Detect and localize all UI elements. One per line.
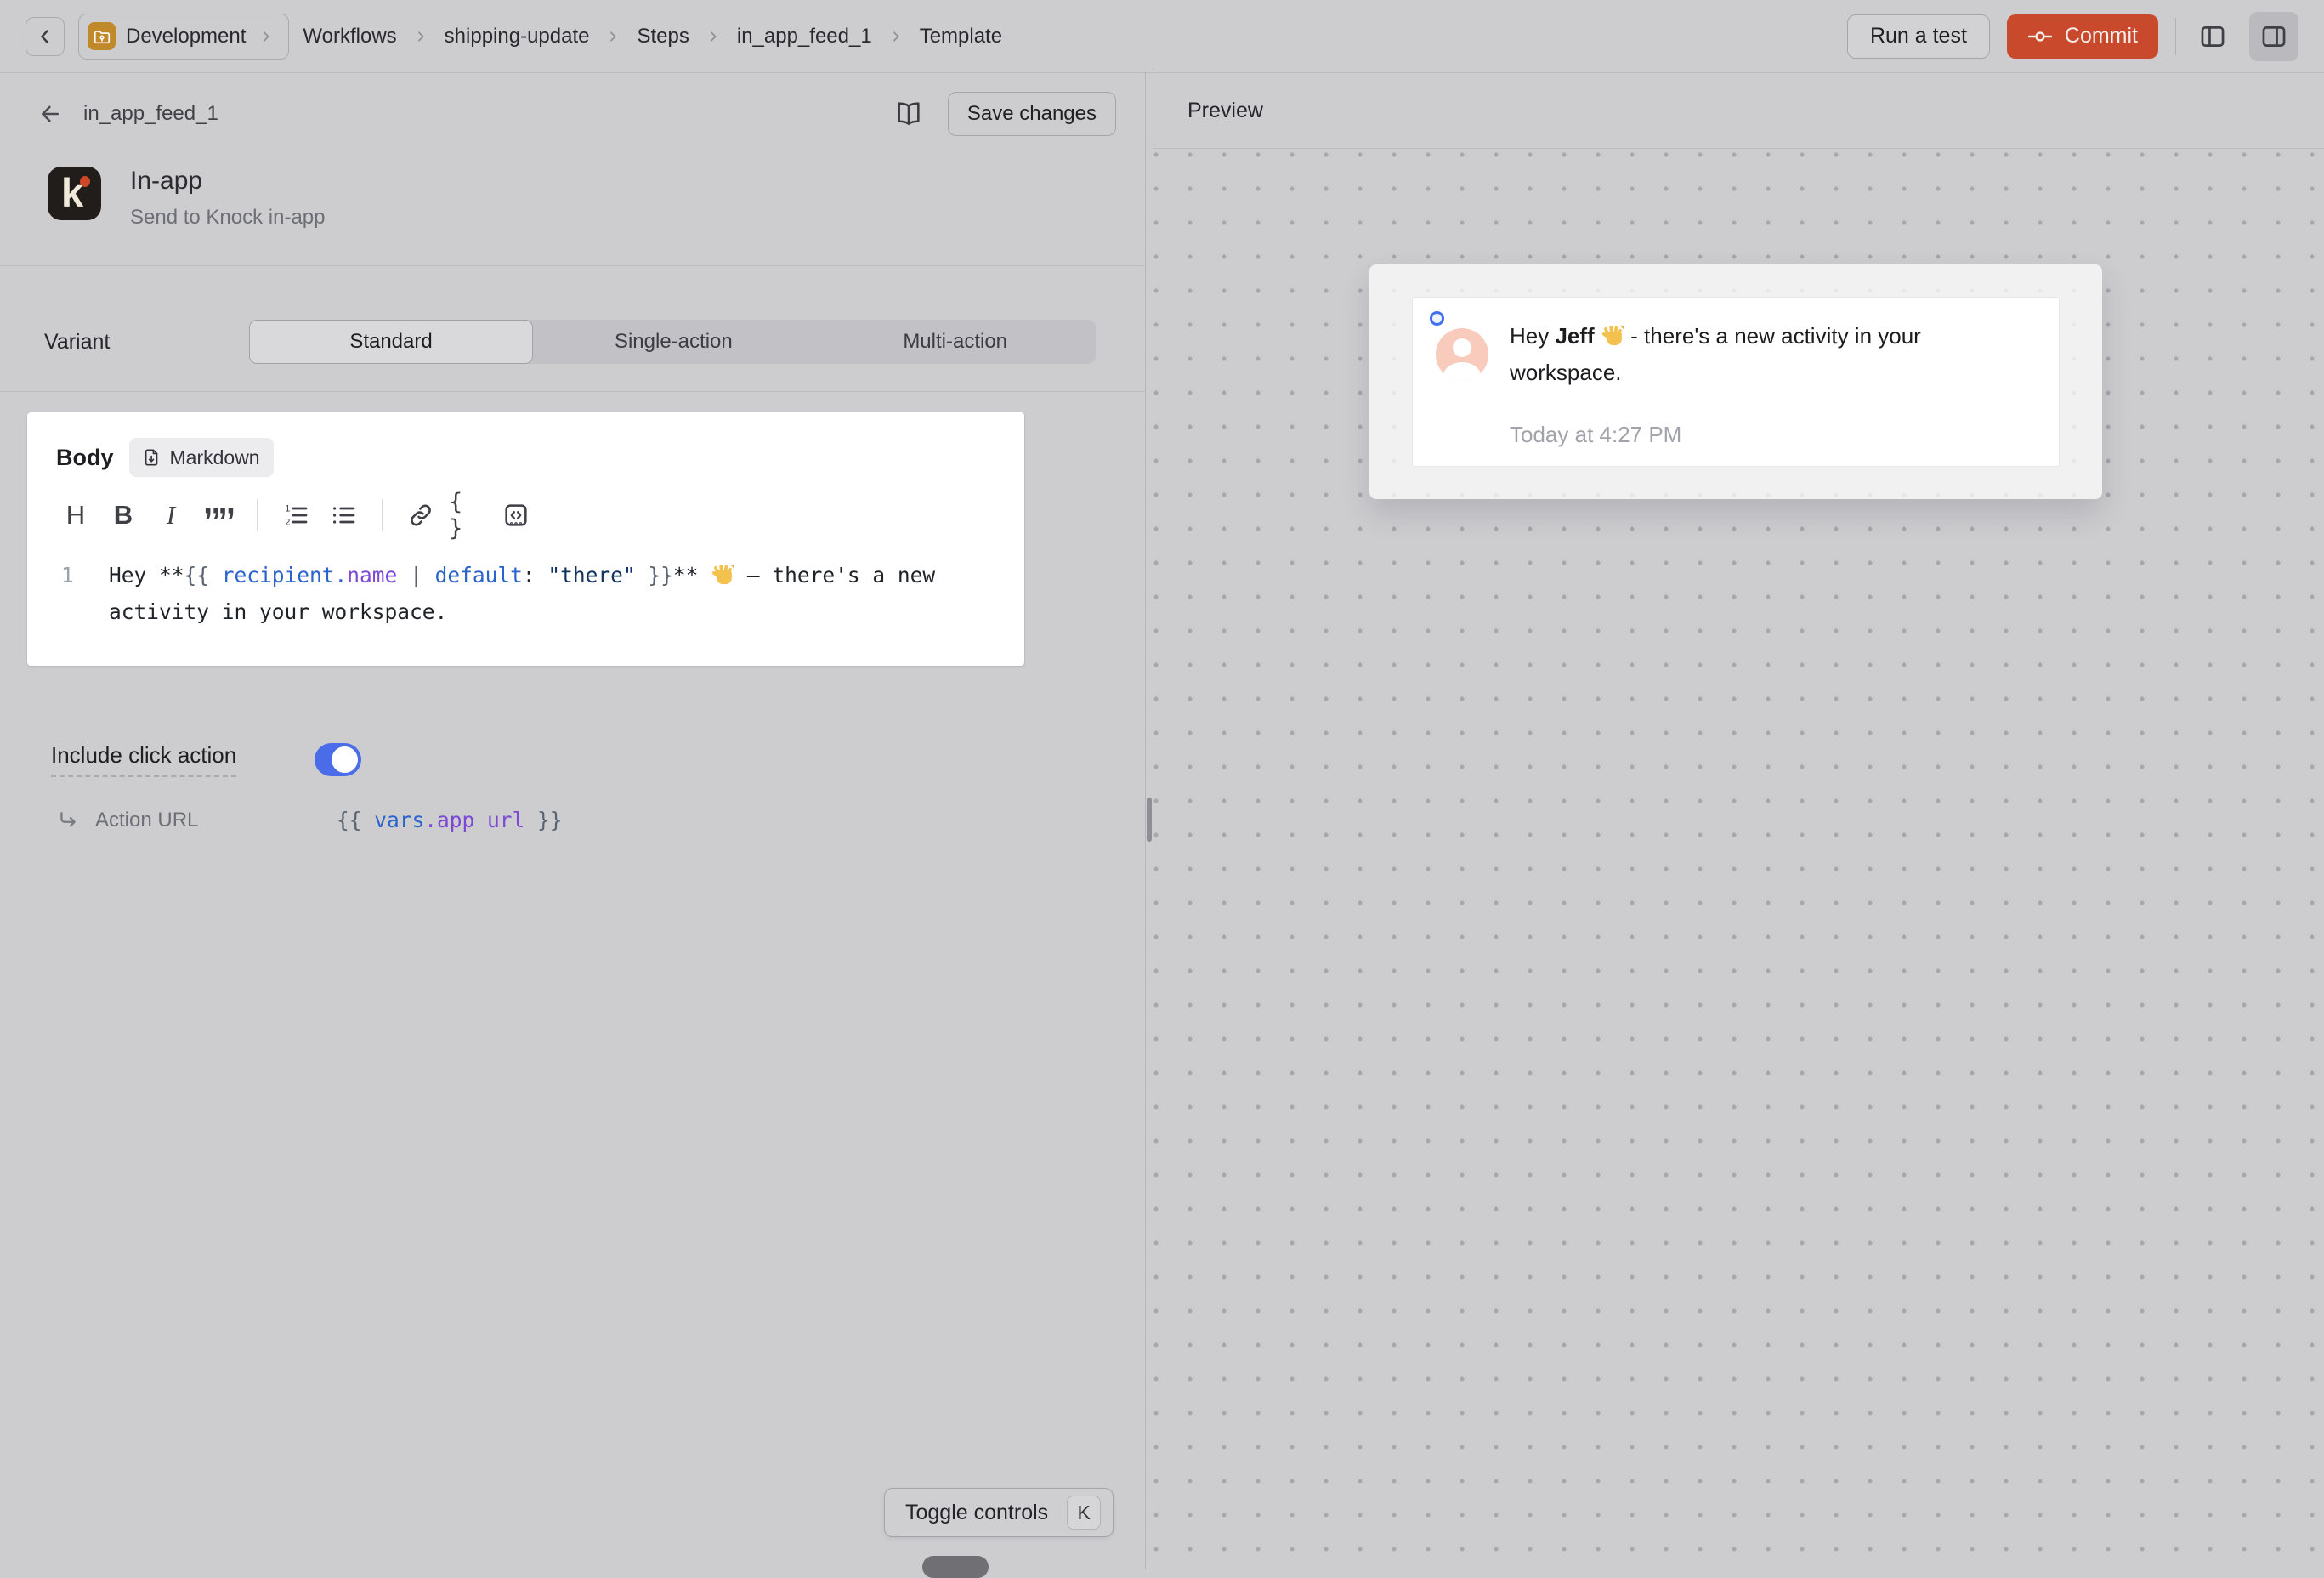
toggle-knob <box>332 746 358 773</box>
chevron-right-icon <box>414 30 428 43</box>
commit-button[interactable]: Commit <box>2007 14 2158 59</box>
variant-option-standard[interactable]: Standard <box>249 320 532 364</box>
preview-title: Preview <box>1188 99 1263 123</box>
link-icon[interactable] <box>401 497 440 533</box>
formatting-toolbar: H B I ”” 12 { } <box>56 497 995 533</box>
docs-button[interactable] <box>890 95 927 133</box>
preview-dotted-canvas: Hey Jeff - there's a new activity in you… <box>1153 149 2324 1569</box>
breadcrumb-step-name[interactable]: in_app_feed_1 <box>737 25 872 48</box>
knock-logo: k <box>48 167 101 220</box>
avatar <box>1436 328 1488 381</box>
top-bar: Development Workflows shipping-update St… <box>0 0 2324 73</box>
save-changes-button[interactable]: Save changes <box>948 92 1116 136</box>
back-to-step-button[interactable] <box>37 101 63 127</box>
breadcrumb-workflows[interactable]: Workflows <box>303 25 396 48</box>
include-click-action-label: Include click action <box>51 742 236 777</box>
bold-icon[interactable]: B <box>104 497 143 533</box>
breadcrumb-workflow-name[interactable]: shipping-update <box>445 25 590 48</box>
toolbar-divider <box>382 499 383 531</box>
topbar-divider <box>2175 18 2176 55</box>
variant-section: Variant Standard Single-action Multi-act… <box>0 292 1145 392</box>
toggle-right-panel-button[interactable] <box>2249 12 2298 61</box>
folder-environment-icon <box>88 22 116 50</box>
code-block-icon[interactable] <box>496 497 536 533</box>
chevron-right-icon <box>606 30 620 43</box>
line-number: 1 <box>56 557 109 630</box>
toggle-left-panel-button[interactable] <box>2193 17 2232 56</box>
chevron-left-icon <box>35 26 55 47</box>
variant-option-multi-action[interactable]: Multi-action <box>814 320 1096 364</box>
body-field-label: Body <box>56 445 114 471</box>
back-button[interactable] <box>26 17 65 56</box>
variant-segmented-control: Standard Single-action Multi-action <box>249 320 1096 364</box>
panel-left-icon <box>2198 22 2227 51</box>
action-url-value[interactable]: {{ vars.app_url }} <box>337 808 563 832</box>
toggle-controls-label: Toggle controls <box>905 1501 1048 1525</box>
commit-icon <box>2027 29 2053 44</box>
template-editor-panel: in_app_feed_1 Save changes k In-app Send… <box>0 73 1146 1569</box>
run-test-button[interactable]: Run a test <box>1847 14 1990 59</box>
panel-right-icon <box>2259 22 2288 51</box>
editor-panel-header: in_app_feed_1 Save changes <box>0 73 1145 136</box>
channel-description: Send to Knock in-app <box>130 206 326 230</box>
format-badge-label: Markdown <box>170 446 260 469</box>
body-editor-card: Body Markdown H B I ”” 12 <box>27 412 1024 666</box>
arrow-left-icon <box>37 101 63 127</box>
bullet-list-icon[interactable] <box>324 497 363 533</box>
body-code-editor[interactable]: 1 Hey **{{ recipient.name | default: "th… <box>56 557 995 630</box>
person-icon <box>1453 338 1471 357</box>
recipient-name: Jeff <box>1555 323 1594 349</box>
section-divider <box>0 265 1145 266</box>
notification-message: Hey Jeff - there's a new activity in you… <box>1510 318 2008 391</box>
notification-timestamp: Today at 4:27 PM <box>1510 422 1681 448</box>
format-badge[interactable]: Markdown <box>129 438 274 477</box>
preview-panel: Preview Hey Jeff - there's a new activit… <box>1153 73 2324 1569</box>
variant-option-single-action[interactable]: Single-action <box>533 320 814 364</box>
bottom-clipped-pill <box>922 1556 989 1578</box>
book-icon <box>894 99 923 128</box>
action-url-label: Action URL <box>95 809 198 832</box>
channel-name: In-app <box>130 167 326 196</box>
keyboard-shortcut-badge: K <box>1067 1496 1101 1530</box>
notification-card[interactable]: Hey Jeff - there's a new activity in you… <box>1412 297 2060 467</box>
step-title: in_app_feed_1 <box>83 102 218 126</box>
svg-text:2: 2 <box>285 518 290 528</box>
topbar-actions: Run a test Commit <box>1847 12 2298 61</box>
environment-label: Development <box>126 25 246 48</box>
action-url-row: Action URL {{ vars.app_url }} <box>56 808 1145 832</box>
chevron-right-icon <box>259 30 273 43</box>
breadcrumb-steps[interactable]: Steps <box>637 25 689 48</box>
quote-icon[interactable]: ”” <box>199 497 238 533</box>
toggle-controls-button[interactable]: Toggle controls K <box>884 1488 1114 1537</box>
breadcrumb-template[interactable]: Template <box>920 25 1002 48</box>
unread-indicator <box>1430 311 1444 326</box>
wave-emoji <box>711 563 734 587</box>
svg-text:1: 1 <box>285 503 290 514</box>
preview-header: Preview <box>1153 73 2324 149</box>
variant-label: Variant <box>44 330 110 355</box>
wave-emoji <box>1601 324 1624 348</box>
commit-label: Commit <box>2065 24 2138 48</box>
panel-resize-handle[interactable] <box>1147 798 1152 842</box>
code-content[interactable]: Hey **{{ recipient.name | default: "ther… <box>109 557 995 630</box>
toolbar-divider <box>257 499 258 531</box>
chevron-right-icon <box>889 30 903 43</box>
channel-info: k In-app Send to Knock in-app <box>0 136 1145 230</box>
ordered-list-icon[interactable]: 12 <box>276 497 315 533</box>
include-click-action-toggle[interactable] <box>315 743 361 776</box>
environment-switcher[interactable]: Development <box>78 14 289 60</box>
markdown-file-icon <box>143 448 162 467</box>
include-click-action-row: Include click action <box>51 742 1145 777</box>
variable-braces-icon[interactable]: { } <box>449 497 488 533</box>
heading-icon[interactable]: H <box>56 497 95 533</box>
feed-preview-container: Hey Jeff - there's a new activity in you… <box>1369 264 2102 499</box>
chevron-right-icon <box>706 30 720 43</box>
italic-icon[interactable]: I <box>151 497 190 533</box>
corner-down-right-icon <box>56 809 80 832</box>
